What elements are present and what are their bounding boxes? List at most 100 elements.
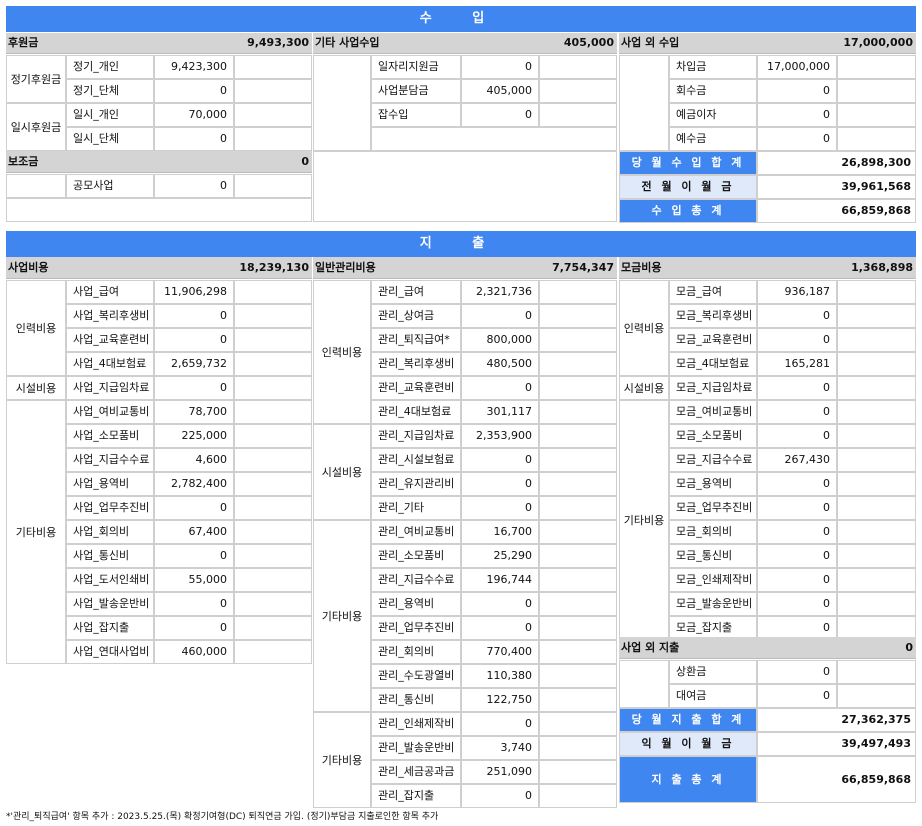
expense-item-label: 관리_용역비 <box>371 592 461 616</box>
income-item-label: 정기_개인 <box>66 55 154 79</box>
empty-cell <box>539 520 617 544</box>
admin-expense-title: 일반관리비용 <box>315 261 376 274</box>
expense-item-label: 관리_통신비 <box>371 688 461 712</box>
subsidy-title: 보조금 <box>8 155 39 168</box>
expense-item-value: 0 <box>757 328 837 352</box>
group-label: 시설비용 <box>15 382 57 395</box>
sponsorship-title: 후원금 <box>8 36 39 49</box>
sponsorship-total: 9,493,300 <box>247 36 309 49</box>
expense-item-value: 0 <box>154 592 234 616</box>
expense-item-label: 사업_회의비 <box>66 520 154 544</box>
empty-cell <box>539 544 617 568</box>
empty-cell <box>837 79 916 103</box>
empty-cell <box>837 684 916 708</box>
group-label: 기타비용 <box>321 610 363 623</box>
expense-item-value: 0 <box>154 544 234 568</box>
non-business-income-header: 사업 외 수입 17,000,000 <box>619 33 916 54</box>
group-label: 인력비용 <box>15 322 57 335</box>
income-item-label: 회수금 <box>669 79 757 103</box>
empty-cell <box>234 616 312 640</box>
expense-carryover-label: 익 월 이 월 금 <box>619 732 757 756</box>
income-item-label: 사업분담금 <box>371 79 461 103</box>
expense-item-value: 0 <box>757 684 837 708</box>
empty-cell <box>6 174 66 198</box>
expense-item-label: 관리_여비교통비 <box>371 520 461 544</box>
expense-item-value: 0 <box>154 496 234 520</box>
expense-item-label: 관리_잡지출 <box>371 784 461 808</box>
income-item-label: 차입금 <box>669 55 757 79</box>
empty-cell <box>234 103 312 127</box>
expense-item-value: 0 <box>461 472 539 496</box>
empty-cell <box>539 664 617 688</box>
empty-cell <box>313 151 617 222</box>
income-item-value: 405,000 <box>461 79 539 103</box>
non-business-expense-total: 0 <box>905 641 913 654</box>
expense-month-total-label: 당 월 지 출 합 계 <box>619 708 757 732</box>
empty-cell <box>539 304 617 328</box>
income-item-value: 0 <box>461 103 539 127</box>
empty-cell <box>539 79 617 103</box>
income-item-value: 0 <box>757 103 837 127</box>
expense-item-label: 관리_지급임차료 <box>371 424 461 448</box>
expense-item-value: 0 <box>154 376 234 400</box>
expense-item-label: 모금_지급수수료 <box>669 448 757 472</box>
expense-item-value: 0 <box>757 568 837 592</box>
expense-item-label: 모금_4대보험료 <box>669 352 757 376</box>
empty-cell <box>234 544 312 568</box>
empty-cell <box>234 352 312 376</box>
empty-cell <box>234 280 312 304</box>
empty-cell <box>539 472 617 496</box>
empty-cell <box>837 328 916 352</box>
expense-item-value: 2,353,900 <box>461 424 539 448</box>
expense-item-value: 55,000 <box>154 568 234 592</box>
business-expense-title: 사업비용 <box>8 261 49 274</box>
expense-group: 기타비용 <box>6 400 66 664</box>
empty-cell <box>539 736 617 760</box>
empty-cell <box>837 520 916 544</box>
income-item-value: 0 <box>154 174 234 198</box>
empty-cell <box>539 592 617 616</box>
empty-cell <box>539 568 617 592</box>
expense-banner: 지 출 <box>6 231 916 257</box>
expense-grand-total-label: 지 출 총 계 <box>619 756 757 803</box>
expense-item-value: 0 <box>757 544 837 568</box>
expense-item-value: 2,782,400 <box>154 472 234 496</box>
income-item-label: 잡수입 <box>371 103 461 127</box>
expense-group: 인력비용 <box>313 280 371 424</box>
empty-cell <box>539 712 617 736</box>
expense-item-value: 0 <box>757 660 837 684</box>
empty-cell <box>837 400 916 424</box>
income-grand-total-label: 수 입 총 계 <box>619 199 757 223</box>
group-regular-sponsorship: 정기후원금 <box>6 55 66 103</box>
other-income-header: 기타 사업수입 405,000 <box>313 33 617 54</box>
expense-item-label: 사업_지급수수료 <box>66 448 154 472</box>
expense-item-label: 관리_유지관리비 <box>371 472 461 496</box>
subsidy-total: 0 <box>301 155 309 168</box>
expense-item-label: 관리_수도광열비 <box>371 664 461 688</box>
group-label: 기타비용 <box>321 754 363 767</box>
income-item-value: 9,423,300 <box>154 55 234 79</box>
expense-item-label: 사업_발송운반비 <box>66 592 154 616</box>
income-grand-total-value: 66,859,868 <box>757 199 916 223</box>
expense-item-label: 사업_업무추진비 <box>66 496 154 520</box>
expense-group: 인력비용 <box>619 280 669 376</box>
footnote: *'관리_퇴직급여' 항목 추가 : 2023.5.25.(목) 확정기여형(D… <box>6 812 439 822</box>
expense-item-label: 사업_급여 <box>66 280 154 304</box>
expense-item-label: 사업_지급임차료 <box>66 376 154 400</box>
empty-cell <box>837 304 916 328</box>
expense-item-label: 사업_연대사업비 <box>66 640 154 664</box>
admin-expense-total: 7,754,347 <box>552 261 614 274</box>
expense-item-label: 관리_회의비 <box>371 640 461 664</box>
expense-item-value: 78,700 <box>154 400 234 424</box>
empty-cell <box>234 79 312 103</box>
empty-cell <box>837 472 916 496</box>
income-item-value: 0 <box>154 79 234 103</box>
income-item-label: 공모사업 <box>66 174 154 198</box>
income-item-label: 일시_단체 <box>66 127 154 151</box>
expense-item-value: 11,906,298 <box>154 280 234 304</box>
empty-cell <box>539 376 617 400</box>
expense-item-label: 관리_복리후생비 <box>371 352 461 376</box>
empty-cell <box>234 568 312 592</box>
expense-item-label: 관리_기타 <box>371 496 461 520</box>
expense-item-value: 2,659,732 <box>154 352 234 376</box>
